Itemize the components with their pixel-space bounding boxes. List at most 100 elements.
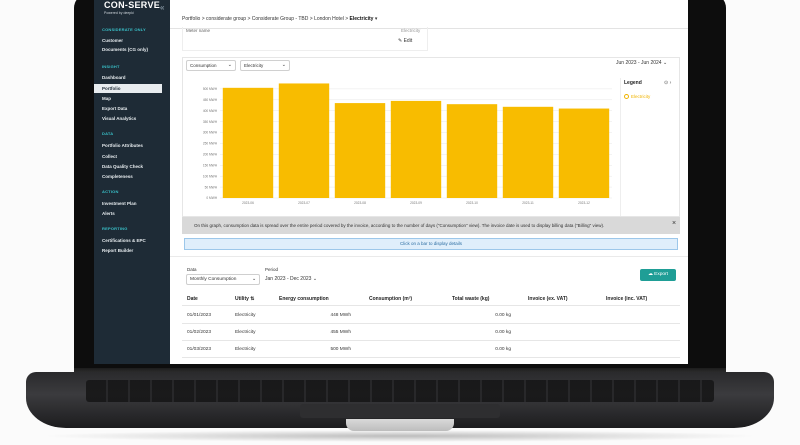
sidebar-item-alerts[interactable]: Alerts (102, 209, 170, 218)
sidebar-item-certifications-epc[interactable]: Certifications & EPC (102, 236, 170, 245)
chevron-right-icon[interactable]: › (670, 80, 672, 86)
breadcrumb-separator: > (309, 16, 313, 22)
legend-item-electricity[interactable]: Electricity (624, 94, 651, 100)
column-header-consumption-m3[interactable]: Consumption (m³) (369, 296, 412, 302)
app-logo: CON-SERVE (104, 0, 161, 10)
y-tick-label: 50 MWH (205, 185, 218, 189)
y-tick-label: 250 MWH (203, 142, 218, 146)
collapse-sidebar-icon[interactable]: « (160, 3, 164, 12)
chevron-down-icon: ⌄ (312, 276, 318, 282)
period-label: Period (265, 267, 279, 272)
x-tick-label: 2023-11 (522, 201, 534, 205)
table-header-divider (182, 305, 680, 306)
column-header-utility-label: Utility (235, 296, 249, 302)
sidebar-section-reporting: REPORTING (102, 226, 128, 231)
section-divider (170, 256, 688, 257)
breadcrumb-item-site[interactable]: London Hotel (314, 16, 344, 22)
bar-2023-08[interactable] (334, 103, 386, 198)
column-header-invoice-ex-vat[interactable]: Invoice (ex. VAT) (528, 296, 568, 302)
sidebar-section-considerate-only: CONSIDERATE ONLY (102, 27, 146, 32)
legend-swatch (624, 94, 629, 100)
sidebar-section-data: DATA (102, 131, 114, 136)
breadcrumb-separator: > (345, 16, 349, 22)
data-select-value: Monthly Consumption (190, 277, 237, 282)
data-label: Data (187, 267, 197, 272)
cloud-download-icon: ☁ (647, 272, 653, 277)
laptop-keyboard (86, 380, 714, 402)
sidebar-item-data-quality-check[interactable]: Data Quality Check (102, 162, 170, 171)
y-tick-label: 150 MWH (203, 163, 218, 167)
sidebar-item-report-builder[interactable]: Report Builder (102, 246, 170, 255)
bar-2023-06[interactable] (222, 87, 274, 198)
column-header-utility[interactable]: Utility ⇅ (235, 296, 254, 302)
sidebar-item-portfolio-attributes[interactable]: Portfolio Attributes (102, 141, 170, 150)
breadcrumb-current[interactable]: Electricity (350, 16, 374, 22)
chart-period-value: Jun 2023 - Jun 2024 (616, 60, 662, 66)
cell-energy: 455 MWh (330, 330, 351, 335)
sidebar-item-map[interactable]: Map (102, 94, 170, 103)
period-select[interactable]: Jan 2023 - Dec 2023 ⌄ (265, 276, 317, 282)
cell-energy: 500 MWh (330, 347, 351, 352)
sidebar-item-investment-plan[interactable]: Investment Plan (102, 199, 170, 208)
breadcrumb-separator: > (201, 16, 205, 22)
column-header-date[interactable]: Date (187, 296, 198, 302)
bar-2023-07[interactable] (278, 83, 330, 198)
y-tick-label: 100 MWH (203, 174, 218, 178)
info-banner: On this graph, consumption data is sprea… (182, 217, 680, 234)
column-header-total-waste[interactable]: Total waste (kg) (452, 296, 489, 302)
sidebar-item-dashboard[interactable]: Dashboard (102, 73, 170, 82)
cell-utility: Electricity (235, 347, 256, 352)
sidebar-item-portfolio[interactable]: Portfolio (94, 84, 162, 93)
column-header-energy[interactable]: Energy consumption (279, 296, 329, 302)
laptop-scene: CON-SERVE Powered by deepki « CONSIDERAT… (0, 0, 800, 445)
y-tick-label: 200 MWH (203, 153, 218, 157)
x-tick-label: 2023-09 (410, 201, 422, 205)
breadcrumb-item-portfolio[interactable]: Portfolio (182, 16, 200, 22)
view-select[interactable]: Consumption ⌄ (186, 60, 236, 71)
bar-2023-12[interactable] (558, 108, 610, 198)
cell-utility: Electricity (235, 313, 256, 318)
pencil-icon: ✎ (398, 38, 403, 44)
bar-2023-10[interactable] (446, 104, 498, 198)
cell-waste: 0.00 kg (495, 330, 511, 335)
sort-icon[interactable]: ⇅ (250, 296, 254, 302)
sidebar-item-customer[interactable]: Customer (102, 36, 170, 45)
cell-utility: Electricity (235, 330, 256, 335)
data-select[interactable]: Monthly Consumption ⌄ (186, 274, 260, 285)
sidebar-item-documents[interactable]: Documents (CG only) (102, 45, 170, 54)
column-header-invoice-inc-vat[interactable]: Invoice (inc. VAT) (606, 296, 647, 302)
chevron-down-icon: ⌄ (662, 60, 668, 66)
breadcrumb-item-subgroup[interactable]: Considerate Group - TBD (252, 16, 309, 22)
x-tick-label: 2023-08 (354, 201, 366, 205)
x-tick-label: 2023-07 (298, 201, 310, 205)
close-icon[interactable]: × (672, 220, 676, 227)
laptop-front-edge (346, 419, 454, 431)
row-divider (182, 323, 680, 324)
cell-date: 01/02/2023 (187, 330, 212, 335)
sidebar-item-visual-analytics[interactable]: Visual Analytics (102, 114, 170, 123)
chevron-down-icon: ⌄ (251, 277, 256, 282)
utility-select[interactable]: Electricity ⌄ (240, 60, 290, 71)
x-tick-label: 2023-12 (578, 201, 590, 205)
target-icon[interactable]: ⊙ (664, 80, 668, 86)
chevron-down-icon[interactable]: ▾ (375, 16, 378, 22)
cell-waste: 0.00 kg (495, 347, 511, 352)
chart-period-select[interactable]: Jun 2023 - Jun 2024 ⌄ (616, 60, 667, 66)
app-screen: CON-SERVE Powered by deepki « CONSIDERAT… (94, 0, 688, 364)
period-select-value: Jan 2023 - Dec 2023 (265, 276, 312, 282)
app-logo-subtitle: Powered by deepki (104, 11, 134, 15)
export-button[interactable]: ☁ Export (640, 269, 676, 281)
breadcrumb-item-group[interactable]: considerate group (206, 16, 246, 22)
legend-item-label: Electricity (631, 94, 651, 99)
x-tick-label: 2023-06 (242, 201, 254, 205)
bar-2023-11[interactable] (502, 106, 554, 198)
sidebar-item-completeness[interactable]: Completeness (102, 172, 170, 181)
meter-card (182, 27, 428, 51)
cell-energy: 448 MWh (330, 313, 351, 318)
bar-2023-09[interactable] (390, 100, 442, 198)
sidebar-item-collect[interactable]: Collect (102, 152, 170, 161)
edit-button[interactable]: ✎ Edit (398, 38, 412, 44)
sidebar-item-export-data[interactable]: Export Data (102, 104, 170, 113)
view-select-value: Consumption (190, 63, 217, 68)
row-divider (182, 340, 680, 341)
